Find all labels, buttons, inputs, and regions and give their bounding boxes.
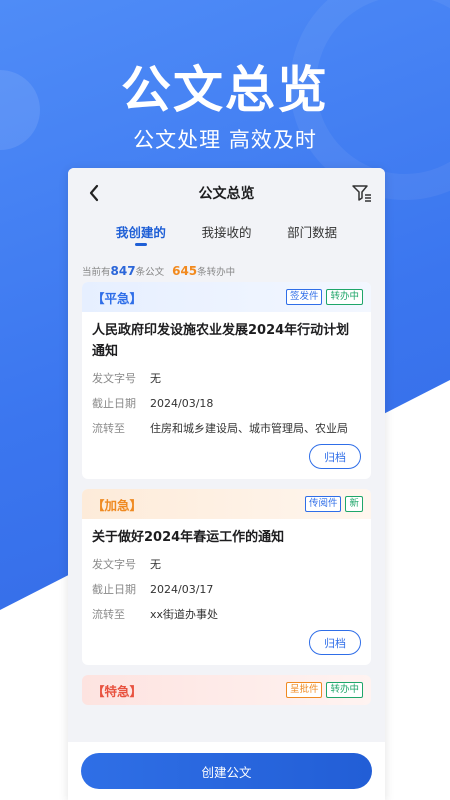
summary-mid: 条公文 — [135, 267, 165, 278]
badge-group: 呈批件 转办中 — [285, 682, 363, 698]
urgency-label: 【加急】 — [92, 497, 143, 513]
field-value: 2024/03/17 — [150, 583, 214, 596]
field-deadline: 截止日期 2024/03/17 — [92, 580, 361, 599]
status-badge: 转办中 — [326, 289, 363, 305]
archive-button[interactable]: 归档 — [309, 444, 361, 469]
tab-label: 部门数据 — [287, 225, 338, 240]
nav-bar: 公文总览 — [68, 168, 385, 218]
bottom-bar: 创建公文 — [68, 742, 385, 800]
hero-subtitle: 公文处理 高效及时 — [133, 128, 317, 152]
total-count: 847 — [110, 264, 136, 278]
tab-active-indicator — [134, 243, 147, 246]
field-value: 无 — [150, 558, 161, 571]
tab-label: 我接收的 — [201, 225, 252, 240]
app-screen: 公文总览 我创建的 我接收的 部门数据 当前有 847 条公文 645 条转办中 — [68, 168, 385, 800]
tab-label: 我创建的 — [115, 225, 166, 240]
urgency-label: 【平急】 — [92, 290, 143, 306]
card-body: 关于做好2024年春运工作的通知 发文字号 无 截止日期 2024/03/17 … — [82, 519, 371, 665]
urgency-label: 【特急】 — [92, 683, 143, 699]
field-value: 无 — [150, 372, 161, 385]
field-doc-no: 发文字号 无 — [92, 555, 361, 574]
doc-type-badge: 传阅件 — [304, 496, 342, 512]
field-value: 住房和城乡建设局、城市管理局、农业局 — [150, 422, 348, 435]
badge-group: 签发件 转办中 — [285, 289, 363, 305]
field-label: 截止日期 — [92, 583, 136, 596]
tab-created-by-me[interactable]: 我创建的 — [116, 218, 166, 258]
document-card[interactable]: 【特急】 呈批件 转办中 — [82, 675, 371, 705]
field-label: 发文字号 — [92, 372, 136, 385]
card-header: 【平急】 签发件 转办中 — [82, 282, 371, 312]
tab-received[interactable]: 我接收的 — [201, 218, 251, 258]
hero-title: 公文总览 — [121, 61, 329, 119]
card-actions: 归档 — [92, 444, 361, 469]
card-header: 【加急】 传阅件 新 — [82, 489, 371, 519]
create-document-button[interactable]: 创建公文 — [81, 753, 372, 789]
summary-suffix: 条转办中 — [197, 267, 236, 278]
card-actions: 归档 — [92, 630, 361, 655]
card-header: 【特急】 呈批件 转办中 — [82, 675, 371, 705]
summary-prefix: 当前有 — [82, 267, 111, 278]
forwarding-count: 645 — [172, 264, 198, 278]
document-card[interactable]: 【平急】 签发件 转办中 人民政府印发设施农业发展2024年行动计划通知 发文字… — [82, 282, 371, 479]
field-label: 流转至 — [92, 608, 125, 621]
field-doc-no: 发文字号 无 — [92, 369, 361, 388]
field-route: 流转至 xx街道办事处 — [92, 605, 361, 624]
doc-type-badge: 呈批件 — [285, 682, 323, 698]
field-label: 截止日期 — [92, 397, 136, 410]
badge-group: 传阅件 新 — [304, 496, 363, 512]
filter-list-icon[interactable] — [351, 182, 373, 204]
document-card[interactable]: 【加急】 传阅件 新 关于做好2024年春运工作的通知 发文字号 无 截止日期 … — [82, 489, 371, 665]
card-body: 人民政府印发设施农业发展2024年行动计划通知 发文字号 无 截止日期 2024… — [82, 312, 371, 479]
doc-type-badge: 签发件 — [285, 289, 323, 305]
field-value: 2024/03/18 — [150, 397, 214, 410]
field-deadline: 截止日期 2024/03/18 — [92, 394, 361, 413]
summary-line: 当前有 847 条公文 645 条转办中 — [68, 258, 385, 282]
tab-department-data[interactable]: 部门数据 — [287, 218, 337, 258]
new-badge: 新 — [345, 496, 363, 512]
doc-title: 人民政府印发设施农业发展2024年行动计划通知 — [92, 323, 350, 359]
field-label: 发文字号 — [92, 558, 136, 571]
field-label: 流转至 — [92, 422, 125, 435]
field-route: 流转至 住房和城乡建设局、城市管理局、农业局 — [92, 419, 361, 438]
tab-bar: 我创建的 我接收的 部门数据 — [68, 218, 385, 258]
field-value: xx街道办事处 — [150, 608, 219, 621]
archive-button[interactable]: 归档 — [309, 630, 361, 655]
doc-title: 关于做好2024年春运工作的通知 — [92, 530, 285, 545]
status-badge: 转办中 — [326, 682, 363, 698]
page-title: 公文总览 — [198, 186, 255, 202]
